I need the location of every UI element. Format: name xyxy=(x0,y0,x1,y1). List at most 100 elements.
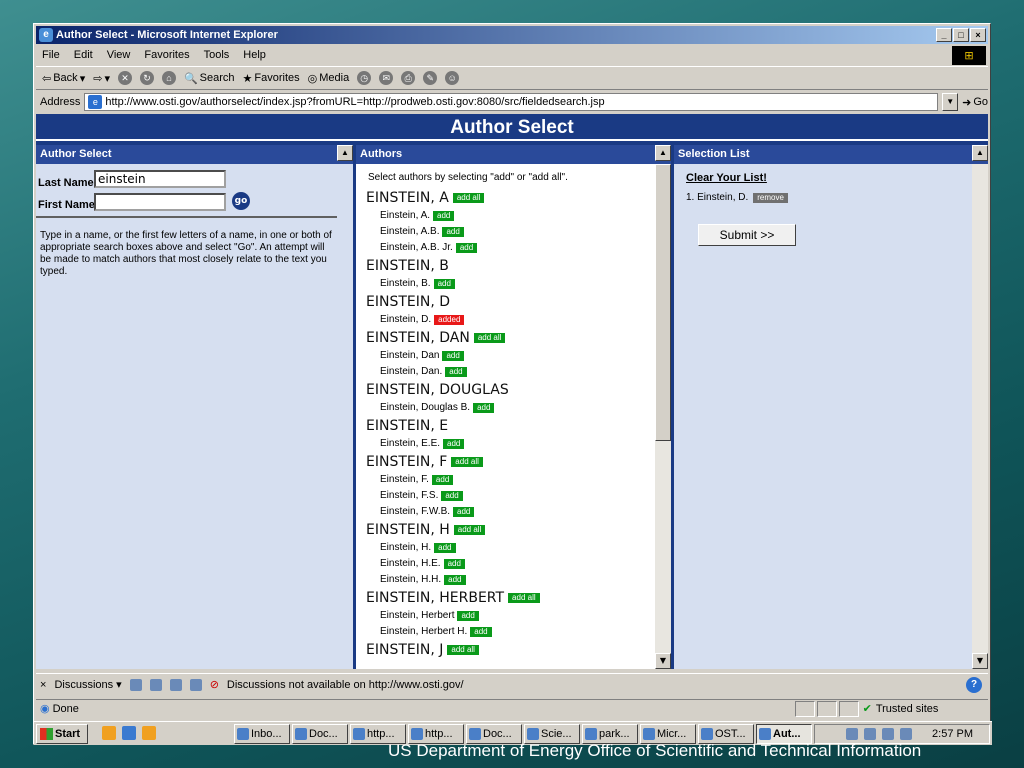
last-name-input[interactable]: einstein xyxy=(94,170,226,188)
add-all-button[interactable]: add all xyxy=(473,333,506,343)
quicklaunch-icon[interactable] xyxy=(102,726,116,740)
tray-icon[interactable] xyxy=(882,728,895,740)
scroll-up-button[interactable]: ▲ xyxy=(655,145,671,161)
close-button[interactable]: × xyxy=(970,28,986,42)
add-button[interactable]: add xyxy=(434,543,456,553)
mail-icon[interactable]: ✉ xyxy=(379,71,394,85)
author-item: Einstein, F.S. add xyxy=(366,488,646,504)
menu-edit[interactable]: Edit xyxy=(74,49,93,61)
author-item: Einstein, E.E. add xyxy=(366,436,646,452)
help-text: Type in a name, or the first few letters… xyxy=(40,230,332,277)
author-item-name: Einstein, A. xyxy=(380,210,431,221)
remove-button[interactable]: remove xyxy=(753,192,788,203)
author-item-name: Einstein, F.S. xyxy=(380,490,439,501)
add-button[interactable]: add xyxy=(444,575,466,585)
scroll-thumb[interactable] xyxy=(655,164,671,441)
add-button[interactable]: add xyxy=(441,491,463,501)
scroll-up-button[interactable]: ▲ xyxy=(337,145,353,161)
submit-button[interactable]: Submit >> xyxy=(698,224,796,246)
add-all-button[interactable]: add all xyxy=(453,525,486,535)
back-arrow-icon: ⇦ xyxy=(42,72,52,85)
menu-tools[interactable]: Tools xyxy=(204,49,230,61)
discussion-tool-icon[interactable] xyxy=(149,678,162,691)
authors-scrollbar[interactable]: ▼ xyxy=(655,164,671,669)
help-icon[interactable]: ? xyxy=(966,677,982,693)
add-button[interactable]: add xyxy=(442,351,464,361)
minimize-button[interactable]: _ xyxy=(936,28,952,42)
selection-scrollbar[interactable]: ▼ xyxy=(972,164,988,669)
tray-icon[interactable] xyxy=(864,728,877,740)
add-button[interactable]: add xyxy=(455,243,478,253)
author-item: Einstein, A.B. Jr. add xyxy=(366,240,646,256)
add-button[interactable]: add xyxy=(443,559,465,569)
taskbar-button[interactable]: Inbo... xyxy=(234,724,290,744)
quicklaunch-icon[interactable] xyxy=(142,726,156,740)
add-all-button[interactable]: add all xyxy=(508,593,540,603)
discussion-tool-icon[interactable] xyxy=(169,678,182,691)
add-button[interactable]: add xyxy=(453,507,475,517)
first-name-input[interactable] xyxy=(94,193,226,211)
discussion-tool-icon[interactable] xyxy=(189,678,202,691)
add-button[interactable]: add xyxy=(473,403,495,413)
go-button[interactable]: ➜ Go xyxy=(962,96,988,109)
menu-file[interactable]: File xyxy=(42,49,60,61)
maximize-button[interactable]: □ xyxy=(953,28,969,42)
start-button[interactable]: Start xyxy=(36,724,88,744)
media-button[interactable]: ◎ Media xyxy=(308,72,350,85)
edit-icon[interactable]: ✎ xyxy=(423,71,438,85)
go-search-button[interactable]: go xyxy=(232,192,250,210)
browser-window: e Author Select - Microsoft Internet Exp… xyxy=(33,23,992,745)
author-group: EINSTEIN, Hadd all xyxy=(366,520,646,540)
quicklaunch-ie-icon[interactable] xyxy=(122,726,136,740)
author-item-name: Einstein, H. xyxy=(380,542,432,553)
add-button[interactable]: add xyxy=(457,611,479,621)
scroll-up-button[interactable]: ▲ xyxy=(972,145,988,161)
add-all-button[interactable]: add all xyxy=(447,645,479,655)
page-content: Author Select Author Select ▲ Last Name … xyxy=(36,114,988,669)
scroll-down-button[interactable]: ▼ xyxy=(655,653,671,669)
discussions-menu[interactable]: Discussions ▾ xyxy=(54,678,121,691)
add-all-button[interactable]: add all xyxy=(451,457,483,467)
add-button[interactable]: add xyxy=(445,367,467,377)
add-button[interactable]: add xyxy=(470,627,492,637)
refresh-icon[interactable]: ↻ xyxy=(139,71,154,85)
discussion-tool-icon[interactable] xyxy=(129,678,142,691)
add-button[interactable]: add xyxy=(431,475,454,485)
add-button[interactable]: add xyxy=(442,227,464,237)
clear-list-link[interactable]: Clear Your List! xyxy=(686,172,767,184)
add-button[interactable]: add xyxy=(433,211,455,221)
add-button[interactable]: add xyxy=(443,439,465,449)
print-icon[interactable]: ⎙ xyxy=(401,71,416,85)
author-item-name: Einstein, Douglas B. xyxy=(380,402,471,413)
back-button[interactable]: ⇦ Back ▾ xyxy=(42,72,85,85)
menu-favorites[interactable]: Favorites xyxy=(144,49,189,61)
favorites-button[interactable]: ★ Favorites xyxy=(243,72,300,85)
author-group-name: EINSTEIN, E xyxy=(366,418,449,434)
author-select-pane: Author Select ▲ Last Name einstein First… xyxy=(36,145,353,669)
address-dropdown-button[interactable]: ▼ xyxy=(942,93,959,111)
search-button[interactable]: 🔍 Search xyxy=(184,72,235,85)
author-item-name: Einstein, H.E. xyxy=(380,558,441,569)
volume-icon[interactable] xyxy=(846,728,859,740)
media-icon: ◎ xyxy=(307,72,318,85)
add-button[interactable]: add xyxy=(433,279,455,289)
stop-icon[interactable]: ✕ xyxy=(117,71,132,85)
messenger-icon[interactable]: ☺ xyxy=(445,71,460,85)
author-item: Einstein, F. add xyxy=(366,472,646,488)
language-icon[interactable] xyxy=(900,728,913,740)
history-icon[interactable]: ◷ xyxy=(357,71,372,85)
forward-button[interactable]: ⇨ ▾ xyxy=(93,72,110,85)
home-icon[interactable]: ⌂ xyxy=(161,71,176,85)
discussions-close-button[interactable]: × xyxy=(40,679,46,691)
author-group-name: EINSTEIN, DAN xyxy=(366,330,470,346)
discussions-message: Discussions not available on http://www.… xyxy=(226,678,464,691)
scroll-down-button[interactable]: ▼ xyxy=(972,653,988,669)
author-group: EINSTEIN, E xyxy=(366,416,646,436)
menu-help[interactable]: Help xyxy=(243,49,266,61)
address-input[interactable]: e http://www.osti.gov/authorselect/index.… xyxy=(84,93,939,111)
author-item: Einstein, Douglas B. add xyxy=(366,400,646,416)
taskbar-button[interactable]: Doc... xyxy=(292,724,348,744)
chevron-down-icon: ▾ xyxy=(104,72,110,85)
menu-view[interactable]: View xyxy=(107,49,131,61)
add-all-button[interactable]: add all xyxy=(452,193,485,203)
